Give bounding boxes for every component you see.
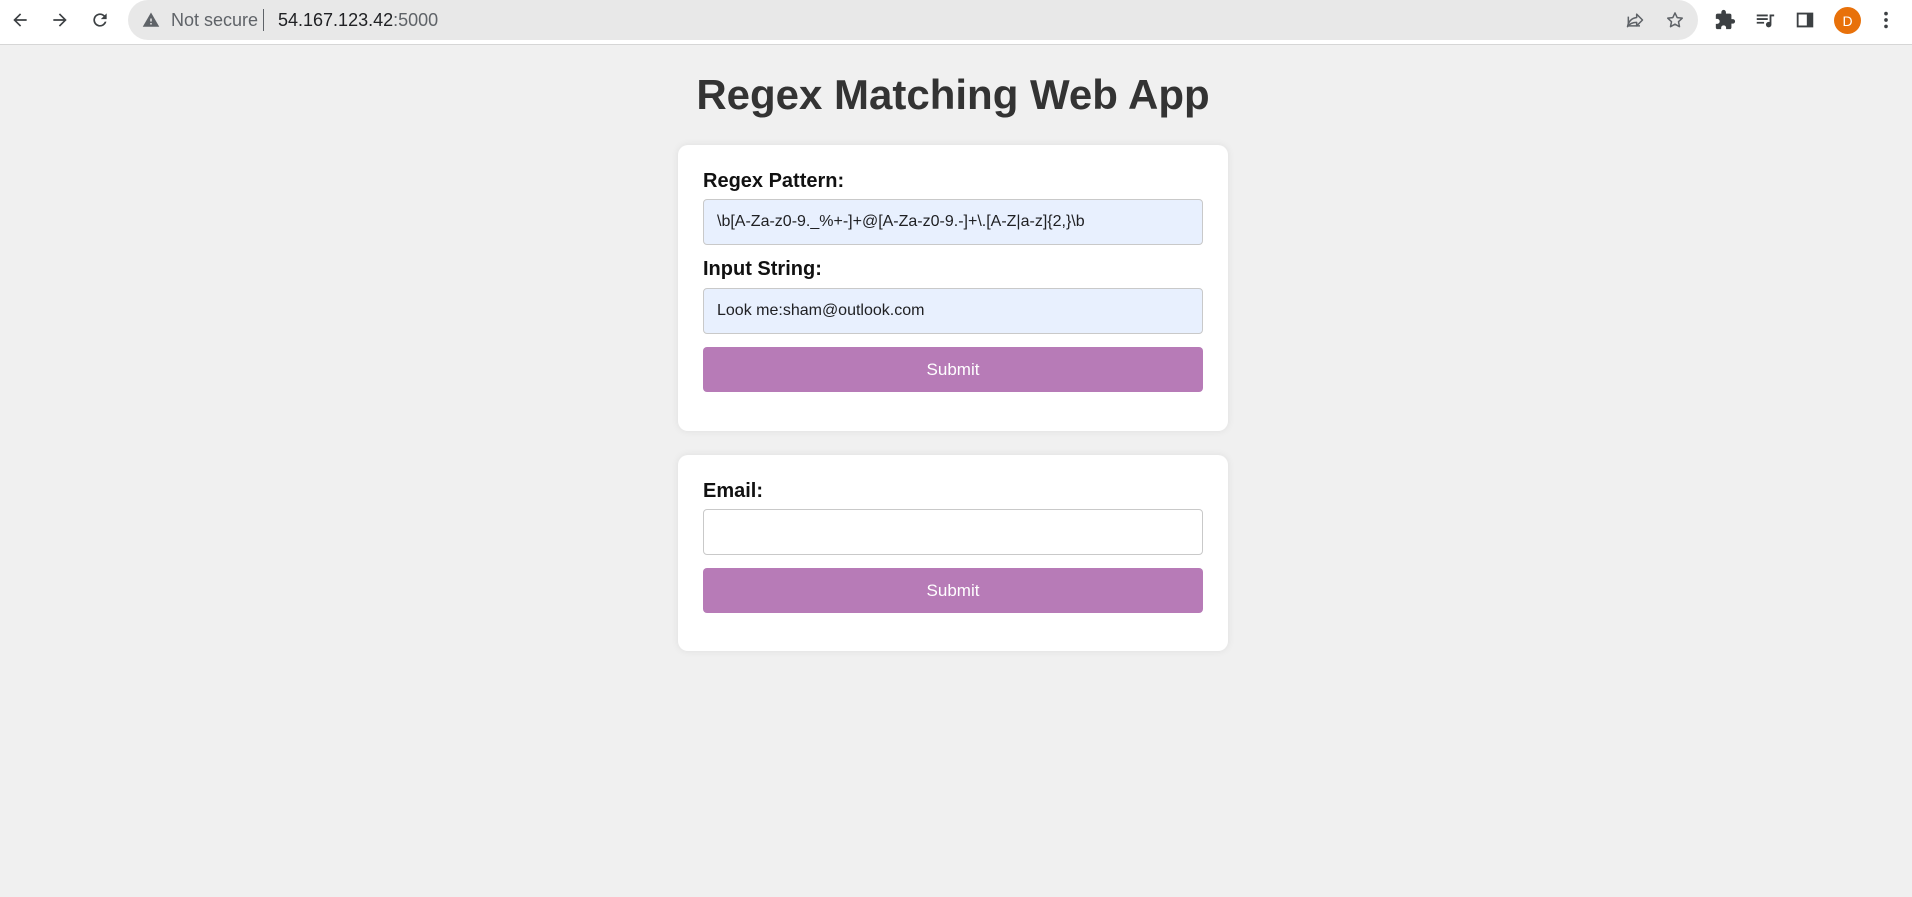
playlist-icon bbox=[1756, 14, 1775, 28]
email-input[interactable] bbox=[703, 509, 1203, 555]
regex-form-card: Regex Pattern: Input String: Submit bbox=[678, 145, 1228, 431]
reading-list-button[interactable] bbox=[1753, 8, 1777, 32]
url-port: :5000 bbox=[393, 10, 439, 30]
share-icon[interactable] bbox=[1625, 10, 1645, 30]
email-form-card: Email: Submit bbox=[678, 455, 1228, 651]
page-title: Regex Matching Web App bbox=[696, 71, 1210, 118]
url-text[interactable]: 54.167.123.42:5000 bbox=[278, 10, 438, 30]
reload-icon bbox=[93, 13, 107, 27]
regex-pattern-label: Regex Pattern: bbox=[703, 170, 845, 192]
bookmark-star-icon[interactable] bbox=[1665, 10, 1685, 30]
side-panel-button[interactable] bbox=[1793, 8, 1817, 32]
regex-pattern-input[interactable] bbox=[703, 199, 1203, 245]
input-string-label: Input String: bbox=[703, 258, 822, 280]
reload-button[interactable] bbox=[84, 4, 116, 36]
email-submit-button[interactable]: Submit bbox=[703, 568, 1203, 613]
back-arrow-icon bbox=[13, 13, 27, 27]
address-separator bbox=[263, 9, 264, 31]
back-button[interactable] bbox=[4, 4, 36, 36]
more-vertical-icon bbox=[1884, 11, 1888, 29]
browser-toolbar: Not secure 54.167.123.42:5000 D bbox=[0, 0, 1912, 45]
warning-icon[interactable] bbox=[142, 11, 160, 29]
profile-avatar[interactable]: D bbox=[1834, 7, 1861, 34]
side-panel-icon bbox=[1796, 12, 1814, 28]
input-string-input[interactable] bbox=[703, 288, 1203, 334]
puzzle-piece-icon bbox=[1715, 9, 1736, 30]
forward-arrow-icon bbox=[53, 13, 67, 27]
forward-button[interactable] bbox=[44, 4, 76, 36]
address-bar[interactable]: Not secure 54.167.123.42:5000 bbox=[128, 0, 1698, 40]
email-label: Email: bbox=[703, 480, 764, 502]
security-status-text[interactable]: Not secure bbox=[171, 10, 258, 30]
url-host: 54.167.123.42 bbox=[278, 10, 394, 30]
regex-submit-button[interactable]: Submit bbox=[703, 347, 1203, 392]
browser-menu-button[interactable] bbox=[1874, 8, 1898, 32]
extensions-button[interactable] bbox=[1713, 8, 1737, 32]
